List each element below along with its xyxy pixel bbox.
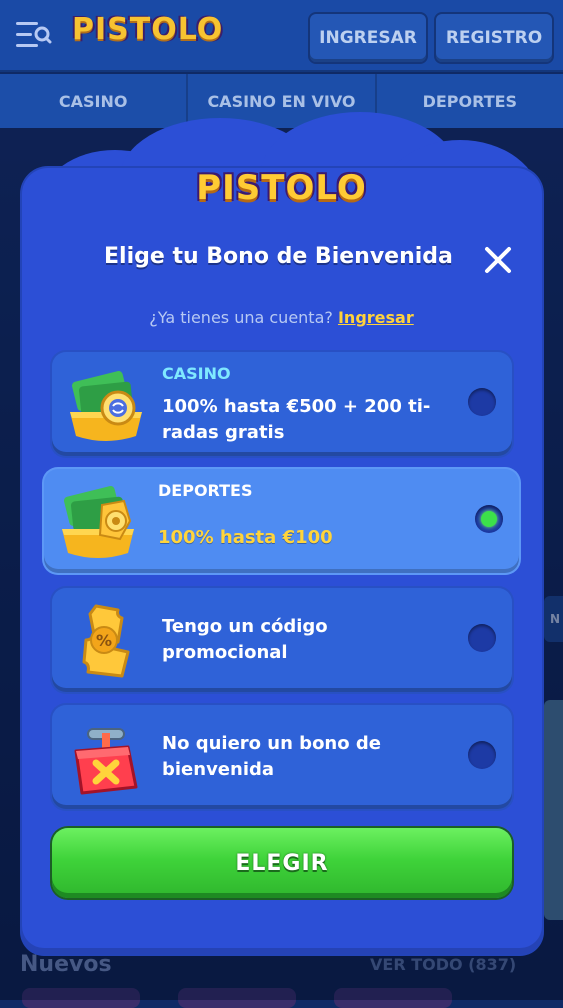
option-description: 100% hasta €100	[158, 527, 333, 548]
option-radio[interactable]	[468, 741, 496, 769]
option-category: DEPORTES	[158, 481, 253, 500]
login-button[interactable]: INGRESAR	[308, 12, 428, 64]
register-button[interactable]: REGISTRO	[434, 12, 554, 64]
bonus-option-no-bonus[interactable]: No quiero un bono de bienvenida	[52, 705, 512, 809]
account-question: ¿Ya tienes una cuenta?	[149, 308, 333, 327]
nav-item-sports[interactable]: DEPORTES	[377, 92, 563, 111]
option-description: 100% hasta €500 + 200 ti-radas gratis	[162, 396, 431, 443]
header-logo[interactable]: PISTOLO	[72, 12, 223, 47]
svg-text:%: %	[96, 631, 112, 650]
menu-icon[interactable]	[16, 20, 52, 50]
no-bonus-icon	[74, 728, 138, 795]
choose-button[interactable]: ELEGIR	[52, 828, 512, 898]
option-radio[interactable]	[468, 388, 496, 416]
top-bar: PISTOLO INGRESAR REGISTRO	[0, 0, 563, 72]
modal-logo: PISTOLO	[196, 168, 367, 208]
option-description: Tengo un código promocional	[162, 616, 328, 663]
promo-code-icon: %	[82, 604, 130, 678]
bonus-option-casino[interactable]: CASINO 100% hasta €500 + 200 ti-radas gr…	[52, 352, 512, 456]
nav-item-casino[interactable]: CASINO	[0, 92, 186, 111]
main-nav: CASINO CASINO EN VIVO DEPORTES	[0, 74, 563, 128]
bonus-option-sports[interactable]: DEPORTES 100% hasta €100	[44, 469, 519, 573]
sports-bonus-icon	[62, 486, 134, 558]
modal-title: Elige tu Bono de Bienvenida	[104, 244, 453, 269]
bonus-option-promo-code[interactable]: % Tengo un código promocional	[52, 588, 512, 692]
option-category: CASINO	[162, 364, 231, 383]
modal-login-link[interactable]: Ingresar	[338, 308, 414, 327]
option-radio-selected[interactable]	[475, 505, 503, 533]
casino-bonus-icon	[70, 371, 142, 441]
nav-item-live-casino[interactable]: CASINO EN VIVO	[188, 92, 374, 111]
close-icon[interactable]	[482, 244, 514, 276]
account-prompt: ¿Ya tienes una cuenta? Ingresar	[0, 308, 563, 327]
option-radio[interactable]	[468, 624, 496, 652]
option-description: No quiero un bono de bienvenida	[162, 733, 381, 780]
